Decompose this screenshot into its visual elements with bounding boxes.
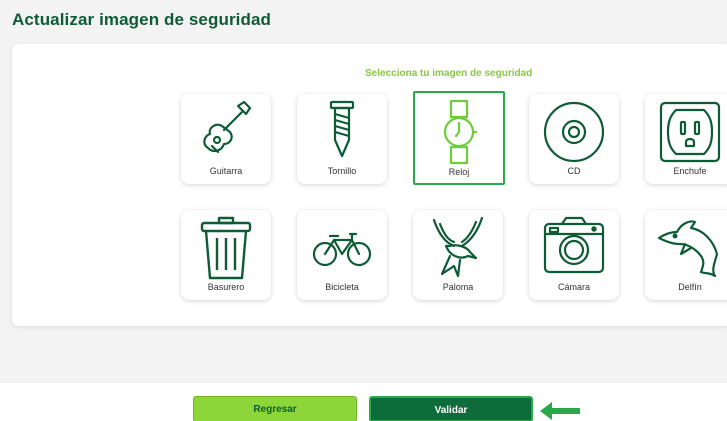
option-enchufe[interactable]: Enchufe: [645, 94, 727, 184]
back-button[interactable]: Regresar: [193, 396, 357, 421]
option-label: Cámara: [557, 282, 590, 292]
screw-icon: [329, 100, 355, 158]
dove-icon: [432, 216, 484, 278]
guitar-icon: [203, 100, 252, 154]
option-cd[interactable]: CD: [529, 94, 619, 184]
arrow-left-icon: [540, 402, 580, 420]
option-label: Bicicleta: [325, 282, 359, 292]
selector-subtitle: Selecciona tu imagen de seguridad: [365, 68, 533, 79]
option-label: Reloj: [448, 167, 470, 177]
validate-button[interactable]: Validar: [369, 396, 533, 421]
option-label: Basurero: [207, 282, 245, 292]
outlet-icon: [659, 101, 721, 163]
option-bicicleta[interactable]: Bicicleta: [297, 210, 387, 300]
watch-icon: [443, 99, 478, 165]
option-label: Paloma: [442, 282, 474, 292]
bicycle-icon: [312, 232, 372, 267]
option-label: CD: [567, 166, 581, 176]
camera-icon: [543, 216, 605, 274]
option-delfin[interactable]: Delfín: [645, 210, 727, 300]
trash-icon: [200, 216, 252, 280]
dolphin-icon: [657, 220, 719, 278]
option-guitarra[interactable]: Guitarra: [181, 94, 271, 184]
option-label: Delfín: [678, 282, 702, 292]
option-camara[interactable]: Cámara: [529, 210, 619, 300]
option-tornillo[interactable]: Tornillo: [297, 94, 387, 184]
option-label: Enchufe: [673, 166, 707, 176]
option-paloma[interactable]: Paloma: [413, 210, 503, 300]
page-title: Actualizar imagen de seguridad: [12, 10, 272, 29]
cd-icon: [543, 101, 605, 163]
option-label: Guitarra: [209, 166, 243, 176]
option-reloj[interactable]: Reloj: [413, 91, 505, 185]
option-basurero[interactable]: Basurero: [181, 210, 271, 300]
option-label: Tornillo: [327, 166, 357, 176]
